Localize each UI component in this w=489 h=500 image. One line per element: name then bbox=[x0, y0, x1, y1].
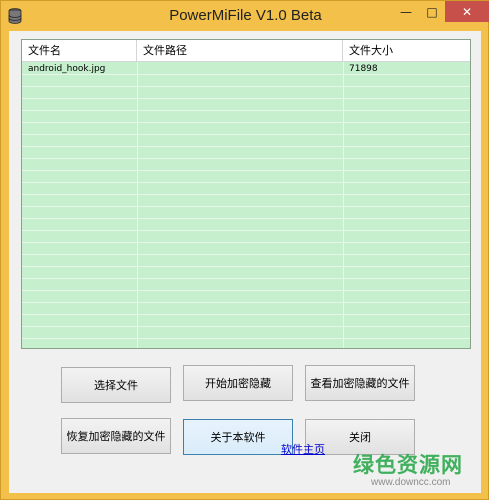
empty-row bbox=[22, 183, 470, 195]
watermark-text: 绿色资源网 bbox=[353, 453, 463, 477]
empty-row bbox=[22, 279, 470, 291]
empty-row bbox=[22, 111, 470, 123]
close-icon: ✕ bbox=[461, 4, 473, 19]
app-window: PowerMiFile V1.0 Beta — □ ✕ 文件名 文件路径 文件大… bbox=[0, 0, 489, 500]
column-header-filename[interactable]: 文件名 bbox=[22, 40, 137, 62]
maximize-button[interactable]: □ bbox=[419, 1, 445, 22]
list-item[interactable]: android_hook.jpg 71898 bbox=[22, 63, 470, 75]
column-header-filesize[interactable]: 文件大小 bbox=[343, 40, 470, 62]
empty-row bbox=[22, 159, 470, 171]
file-name-cell: android_hook.jpg bbox=[28, 64, 106, 74]
select-file-button[interactable]: 选择文件 bbox=[61, 367, 171, 403]
empty-row bbox=[22, 171, 470, 183]
file-list[interactable]: 文件名 文件路径 文件大小 android_hook.jpg 71898 bbox=[21, 39, 471, 349]
empty-row bbox=[22, 327, 470, 339]
about-button[interactable]: 关于本软件 bbox=[183, 419, 293, 455]
empty-row bbox=[22, 291, 470, 303]
empty-row bbox=[22, 231, 470, 243]
file-path-cell bbox=[137, 63, 343, 75]
restore-encrypted-files-button[interactable]: 恢复加密隐藏的文件 bbox=[61, 418, 171, 454]
minimize-button[interactable]: — bbox=[393, 1, 419, 22]
column-header-filepath[interactable]: 文件路径 bbox=[137, 40, 343, 62]
empty-row bbox=[22, 147, 470, 159]
minimize-icon: — bbox=[400, 4, 412, 19]
view-encrypted-files-button[interactable]: 查看加密隐藏的文件 bbox=[305, 365, 415, 401]
watermark: 绿色资源网 www.downcc.com bbox=[353, 449, 485, 495]
list-header: 文件名 文件路径 文件大小 bbox=[22, 40, 470, 62]
empty-row bbox=[22, 255, 470, 267]
empty-row bbox=[22, 207, 470, 219]
empty-row bbox=[22, 195, 470, 207]
empty-row bbox=[22, 219, 470, 231]
empty-row bbox=[22, 267, 470, 279]
homepage-link[interactable]: 软件主页 bbox=[281, 441, 325, 457]
empty-row bbox=[22, 339, 470, 348]
empty-row bbox=[22, 99, 470, 111]
watermark-url: www.downcc.com bbox=[371, 477, 451, 488]
empty-row bbox=[22, 315, 470, 327]
maximize-icon: □ bbox=[426, 4, 438, 19]
start-encrypt-hide-button[interactable]: 开始加密隐藏 bbox=[183, 365, 293, 401]
window-close-button[interactable]: ✕ bbox=[445, 1, 489, 22]
file-size-cell: 71898 bbox=[349, 64, 378, 74]
empty-row bbox=[22, 75, 470, 87]
empty-row bbox=[22, 123, 470, 135]
title-bar[interactable]: PowerMiFile V1.0 Beta — □ ✕ bbox=[1, 1, 489, 31]
empty-row bbox=[22, 135, 470, 147]
main-panel: 文件名 文件路径 文件大小 android_hook.jpg 71898 选择文… bbox=[9, 31, 481, 493]
empty-row bbox=[22, 87, 470, 99]
empty-row bbox=[22, 243, 470, 255]
empty-row bbox=[22, 303, 470, 315]
